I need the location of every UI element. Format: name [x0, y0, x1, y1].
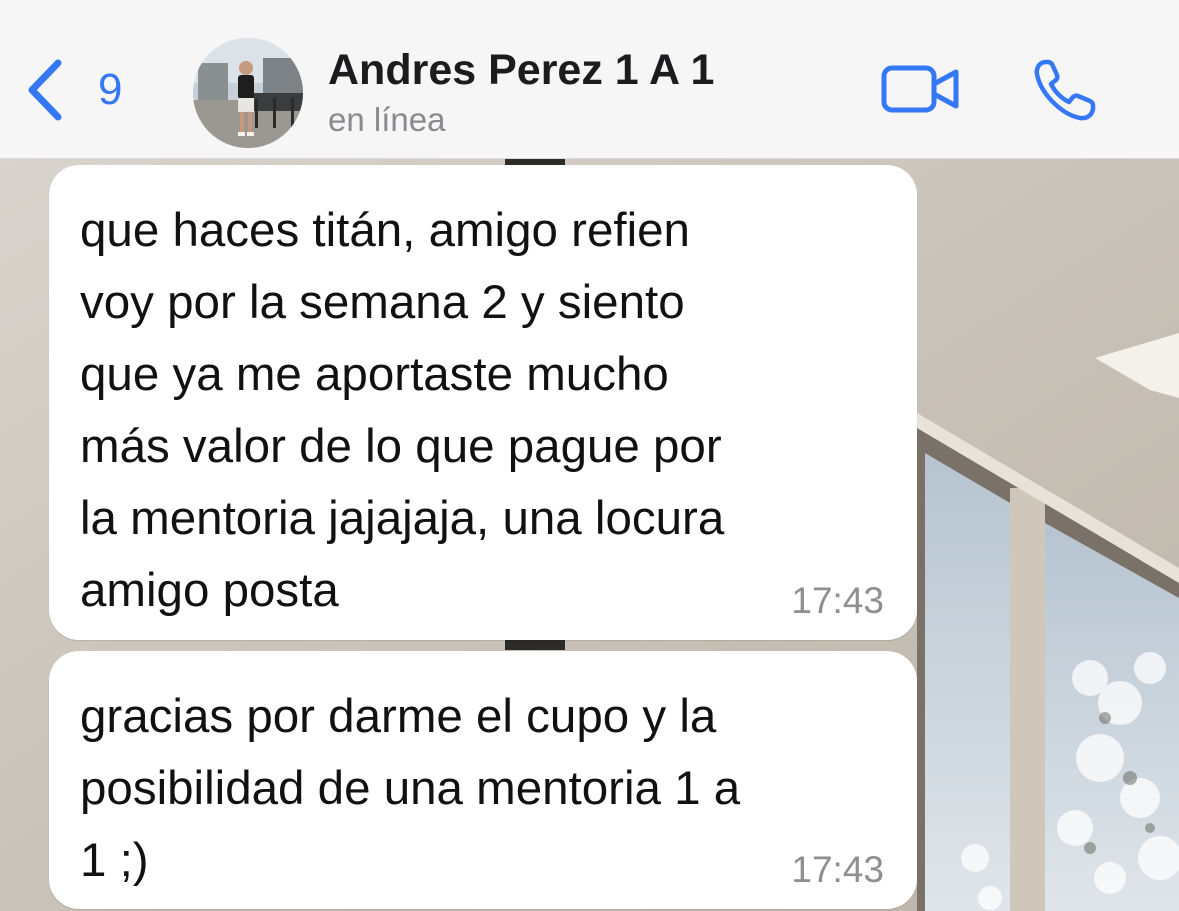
message-time: 17:43	[791, 849, 884, 890]
unread-count: 9	[98, 65, 123, 114]
chevron-left-icon	[28, 59, 62, 121]
contact-name[interactable]: Andres Perez 1 A 1	[328, 46, 714, 95]
voice-call-button[interactable]	[1032, 58, 1098, 122]
message-bubble[interactable]: que haces titán, amigo refien voy por la…	[49, 165, 917, 640]
chat-header: 9 Andres Perez 1 A 1 en línea	[0, 0, 1179, 159]
message-time: 17:43	[791, 580, 884, 621]
contact-status: en línea	[328, 101, 446, 138]
phone-icon	[1034, 59, 1096, 121]
video-camera-icon	[881, 65, 959, 113]
message-text: gracias por darme el cupo y la posibilid…	[80, 690, 741, 887]
avatar-photo	[193, 38, 303, 148]
message-bubble[interactable]: gracias por darme el cupo y la posibilid…	[49, 651, 917, 909]
back-button[interactable]: 9	[22, 52, 142, 128]
message-text: que haces titán, amigo refien voy por la…	[80, 204, 725, 617]
chat-screen: 9 Andres Perez 1 A 1 en línea que haces …	[0, 0, 1179, 911]
video-call-button[interactable]	[880, 62, 962, 116]
avatar[interactable]	[193, 38, 303, 148]
